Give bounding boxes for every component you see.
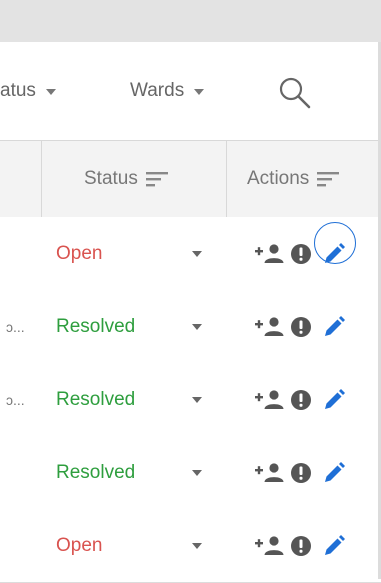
status-value: Open xyxy=(56,242,103,264)
truncated-cell-text: ɔ... xyxy=(6,318,25,335)
add-user-icon[interactable] xyxy=(255,217,285,290)
filter-bar: atus Wards xyxy=(0,42,381,140)
chevron-down-icon xyxy=(192,324,202,330)
column-header-status[interactable]: Status xyxy=(84,141,168,217)
status-value: Resolved xyxy=(56,461,136,483)
table-row: Resolved xyxy=(0,436,381,510)
alert-icon[interactable] xyxy=(290,436,312,509)
status-select[interactable]: Open xyxy=(56,217,216,290)
add-user-icon[interactable] xyxy=(255,290,285,363)
truncated-cell-text: ɔ... xyxy=(6,391,25,408)
add-user-icon[interactable] xyxy=(255,363,285,436)
column-header-status-label: Status xyxy=(84,168,138,189)
status-select[interactable]: Open xyxy=(56,509,216,582)
table-header: Status Actions xyxy=(0,140,381,218)
table-row: Open xyxy=(0,509,381,583)
add-user-icon[interactable] xyxy=(255,509,285,582)
status-value: Open xyxy=(56,534,103,556)
sort-icon[interactable] xyxy=(145,171,168,187)
status-select[interactable]: Resolved xyxy=(56,436,216,509)
chevron-down-icon xyxy=(192,543,202,549)
focus-ring xyxy=(314,222,356,264)
column-header-actions[interactable]: Actions xyxy=(247,141,340,217)
pencil-icon[interactable] xyxy=(321,509,347,582)
chevron-down-icon xyxy=(192,251,202,257)
chevron-down-icon xyxy=(45,89,56,95)
wards-filter-label: Wards xyxy=(130,80,185,101)
wards-filter-dropdown[interactable]: Wards xyxy=(130,42,205,140)
chevron-down-icon xyxy=(194,89,205,95)
alert-icon[interactable] xyxy=(290,363,312,436)
status-filter-dropdown[interactable]: atus xyxy=(0,42,56,140)
pencil-icon[interactable] xyxy=(321,436,347,509)
pencil-icon[interactable] xyxy=(321,290,347,363)
status-select[interactable]: Resolved xyxy=(56,290,216,363)
alert-icon[interactable] xyxy=(290,509,312,582)
status-filter-label: atus xyxy=(0,80,36,101)
alert-icon[interactable] xyxy=(290,290,312,363)
table-row: ɔ... Resolved xyxy=(0,290,381,364)
chevron-down-icon xyxy=(192,397,202,403)
status-value: Resolved xyxy=(56,315,136,337)
column-header-actions-label: Actions xyxy=(247,168,310,189)
top-bar xyxy=(0,0,381,42)
search-icon[interactable] xyxy=(278,76,312,110)
add-user-icon[interactable] xyxy=(255,436,285,509)
table-row: ɔ... Resolved xyxy=(0,363,381,437)
alert-icon[interactable] xyxy=(290,217,312,290)
sort-icon[interactable] xyxy=(317,171,340,187)
status-value: Resolved xyxy=(56,388,136,410)
pencil-icon[interactable] xyxy=(321,363,347,436)
chevron-down-icon xyxy=(192,470,202,476)
status-select[interactable]: Resolved xyxy=(56,363,216,436)
